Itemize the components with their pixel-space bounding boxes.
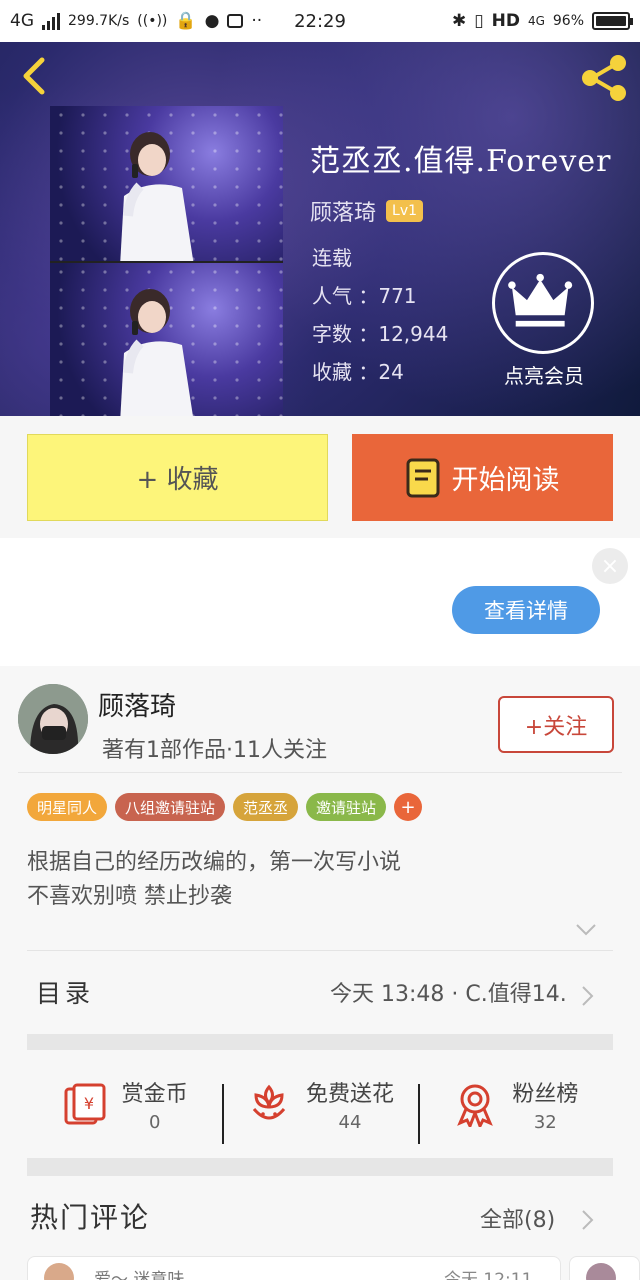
stat-value: 32 <box>533 1111 557 1133</box>
svg-text:¥: ¥ <box>84 1094 94 1113</box>
wifi-hotspot-icon: ((•)) <box>137 13 168 29</box>
add-tag-button[interactable]: + <box>394 793 423 821</box>
author-section: 顾落琦 著有1部作品·11人关注 +关注 明星同人 八组邀请驻站 范丞丞 邀请驻… <box>0 666 640 1280</box>
stat-coins[interactable]: ¥ 赏金币 0 <box>27 1076 222 1133</box>
comment-time: 今天 12:11 <box>444 1270 533 1280</box>
flower-icon <box>252 1084 286 1120</box>
start-reading-button[interactable]: 开始阅读 <box>352 434 613 521</box>
words-label: 字数 <box>312 322 352 346</box>
share-icon[interactable] <box>578 54 630 102</box>
comment-card[interactable] <box>569 1256 640 1280</box>
favorites-value: 24 <box>378 360 404 384</box>
stat-label: 粉丝榜 <box>512 1081 579 1107</box>
book-description: 根据自己的经历改编的，第一次写小说 不喜欢别喷 禁止抄袭 <box>27 846 607 914</box>
book-author-row[interactable]: 顾落琦 Lv1 <box>310 195 424 227</box>
close-ad-button[interactable]: × <box>592 548 628 584</box>
start-reading-label: 开始阅读 <box>451 465 560 496</box>
cover-photo <box>50 261 283 416</box>
hot-comments-title: 热门评论 <box>30 1201 151 1234</box>
book-status: 连载 <box>312 246 352 270</box>
tag-item[interactable]: 邀请驻站 <box>306 793 387 821</box>
network-speed: 299.7K/s <box>68 13 130 29</box>
message-icon: ● <box>204 11 220 31</box>
network-label: 4G <box>10 11 34 31</box>
book-favorites: 收藏 ：24 <box>312 360 404 384</box>
status-bar: 4G 299.7K/s ((•)) 🔒 ● ·· 22:29 ✱ ▯ HD 4G… <box>0 0 640 42</box>
stat-value: 0 <box>148 1111 161 1133</box>
toc-latest-chapter[interactable]: 今天 13:48 · C.值得14. <box>330 976 576 1008</box>
tag-item[interactable]: 明星同人 <box>27 793 108 821</box>
commenter-name: 爱～ 迷意味 <box>94 1270 185 1280</box>
author-name[interactable]: 顾落琦 <box>98 686 176 723</box>
all-comments-link[interactable]: 全部(8) <box>480 1202 555 1234</box>
stat-label: 赏金币 <box>121 1081 188 1107</box>
hd-label: HD <box>491 11 520 31</box>
favorites-label: 收藏 <box>312 360 352 384</box>
popularity-label: 人气 <box>312 284 352 308</box>
chevron-right-icon[interactable] <box>580 984 596 1008</box>
commenter-avatar[interactable] <box>586 1263 616 1280</box>
stat-label: 免费送花 <box>305 1081 394 1107</box>
battery-icon <box>592 12 633 30</box>
vibrate-icon: ▯ <box>474 11 484 31</box>
words-value: 12,944 <box>378 322 449 346</box>
medal-icon <box>457 1084 494 1127</box>
follow-button[interactable]: +关注 <box>498 696 614 753</box>
book-title: 范丞丞.值得.Forever <box>310 144 612 179</box>
cover-photo <box>50 106 283 261</box>
vip-button[interactable] <box>492 252 594 354</box>
divider <box>27 950 613 951</box>
comment-card[interactable]: 爱～ 迷意味 今天 12:11 <box>27 1256 561 1280</box>
commenter-avatar[interactable] <box>44 1263 74 1280</box>
book-cover[interactable] <box>50 106 283 416</box>
book-header: 范丞丞.值得.Forever 顾落琦 Lv1 连载 人气 ：771 字数 ：12… <box>0 42 640 416</box>
popularity-value: 771 <box>378 284 417 308</box>
description-line: 根据自己的经历改编的，第一次写小说 <box>27 850 402 875</box>
author-level-badge: Lv1 <box>386 200 424 222</box>
net-type-label: 4G <box>527 14 545 28</box>
crown-icon <box>508 273 573 327</box>
cover-person-image <box>120 132 194 261</box>
tag-item[interactable]: 八组邀请驻站 <box>115 793 226 821</box>
chevron-right-icon[interactable] <box>580 1208 596 1232</box>
tag-item[interactable]: 范丞丞 <box>233 793 299 821</box>
section-divider <box>27 1034 613 1050</box>
book-icon <box>406 458 439 497</box>
book-word-count: 字数 ：12,944 <box>312 322 449 346</box>
section-divider <box>27 1158 613 1176</box>
chevron-down-icon[interactable] <box>574 922 598 938</box>
stat-flowers[interactable]: 免费送花 44 <box>222 1076 417 1144</box>
more-dots-icon: ·· <box>251 11 263 31</box>
reward-stats: ¥ 赏金币 0 免费送花 44 粉丝榜 32 <box>27 1050 613 1158</box>
battery-percent: 96% <box>552 13 584 29</box>
avatar[interactable] <box>18 684 88 754</box>
stat-value: 44 <box>338 1111 362 1133</box>
avatar-image <box>18 684 88 754</box>
stat-fans[interactable]: 粉丝榜 32 <box>417 1076 613 1144</box>
red-envelope-icon: ¥ <box>64 1083 106 1125</box>
add-favorite-button[interactable]: + 收藏 <box>27 434 328 521</box>
cover-person-image <box>120 289 193 416</box>
action-bar: + 收藏 开始阅读 <box>0 416 640 538</box>
ad-banner: × 查看详情 <box>0 538 640 666</box>
book-popularity: 人气 ：771 <box>312 284 417 308</box>
book-author-name[interactable]: 顾落琦 <box>310 195 376 227</box>
view-details-button[interactable]: 查看详情 <box>452 586 600 634</box>
signal-icon <box>42 12 60 30</box>
toc-label[interactable]: 目录 <box>36 974 94 1010</box>
back-arrow-icon[interactable] <box>16 56 56 96</box>
tag-list: 明星同人 八组邀请驻站 范丞丞 邀请驻站 + <box>27 793 423 821</box>
description-line: 不喜欢别喷 禁止抄袭 <box>27 884 232 909</box>
lock-icon: 🔒 <box>175 11 197 31</box>
bluetooth-icon: ✱ <box>451 11 467 31</box>
app-notification-icon <box>227 14 244 28</box>
author-stats: 著有1部作品·11人关注 <box>102 738 327 763</box>
vip-label[interactable]: 点亮会员 <box>494 360 594 389</box>
divider <box>18 772 622 773</box>
